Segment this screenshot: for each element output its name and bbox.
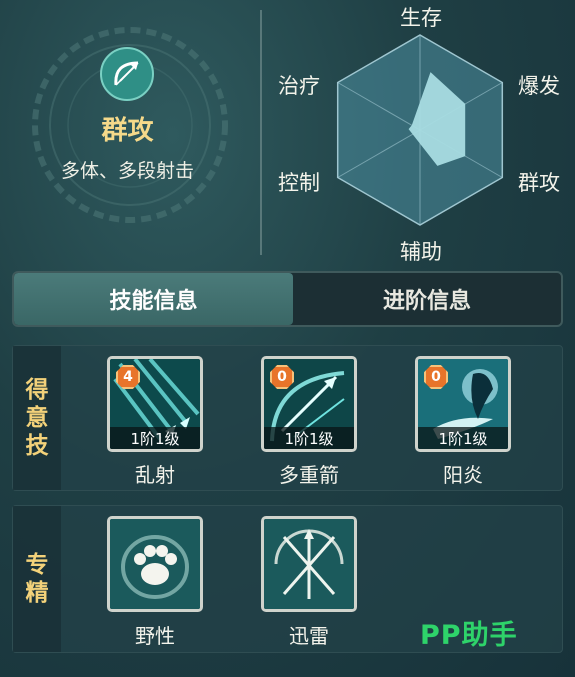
skill-name: 乱射	[135, 463, 175, 487]
attribute-radar-chart	[336, 34, 504, 226]
radar-label-top: 生存	[400, 6, 442, 30]
radar-label-upper-left: 治疗	[278, 74, 320, 98]
skill-level: 1阶1级	[110, 427, 200, 449]
specialty-slot-xunlei[interactable]	[261, 516, 357, 612]
side-char: 意	[25, 405, 49, 431]
info-tabs: 技能信息 进阶信息	[12, 271, 563, 327]
skill-badge: 4	[116, 365, 140, 389]
paw-icon	[110, 519, 200, 609]
class-overview: 群攻 多体、多段射击 生存 爆发 群攻 辅助 控制 治疗	[0, 0, 575, 265]
skill-name: 多重箭	[279, 463, 339, 487]
signature-side: 得 意 技	[13, 346, 61, 490]
side-char: 专	[25, 552, 49, 578]
skill-badge: 0	[424, 365, 448, 389]
radar-label-lower-left: 控制	[278, 171, 320, 195]
tab-advance-info[interactable]: 进阶信息	[293, 273, 561, 325]
specialty-name: 野性	[135, 624, 175, 648]
class-bow-icon	[100, 47, 154, 101]
radar-label-bottom: 辅助	[400, 240, 442, 264]
vertical-divider	[260, 10, 262, 255]
class-name: 群攻	[101, 116, 154, 146]
radar-label-upper-right: 爆发	[518, 74, 560, 98]
skill-slot-yangyan[interactable]: 0 1阶1级	[415, 356, 511, 452]
specialty-side-label: 专 精	[24, 551, 50, 607]
radar-label-lower-right: 群攻	[518, 171, 560, 195]
watermark-logo: PP助手	[420, 620, 518, 651]
tab-skill-info[interactable]: 技能信息	[14, 273, 293, 325]
side-char: 得	[25, 377, 49, 403]
side-char: 技	[25, 433, 49, 459]
signature-side-label: 得 意 技	[24, 376, 50, 460]
signature-skills-panel: 得 意 技 4 1阶1级 乱射 0 1阶1级 多重箭 0 1阶1级 阳炎	[12, 345, 563, 491]
side-char: 精	[25, 580, 49, 606]
skill-level: 1阶1级	[418, 427, 508, 449]
bow-icon	[114, 61, 139, 86]
specialty-name: 迅雷	[289, 624, 329, 648]
specialty-side: 专 精	[13, 506, 61, 652]
skill-slot-luanshe[interactable]: 4 1阶1级	[107, 356, 203, 452]
crossed-arrows-icon	[264, 519, 354, 609]
skill-badge: 0	[270, 365, 294, 389]
skill-name: 阳炎	[443, 463, 483, 487]
skill-slot-duochongjian[interactable]: 0 1阶1级	[261, 356, 357, 452]
class-description: 多体、多段射击	[60, 160, 194, 182]
specialty-slot-yexing[interactable]	[107, 516, 203, 612]
skill-level: 1阶1级	[264, 427, 354, 449]
